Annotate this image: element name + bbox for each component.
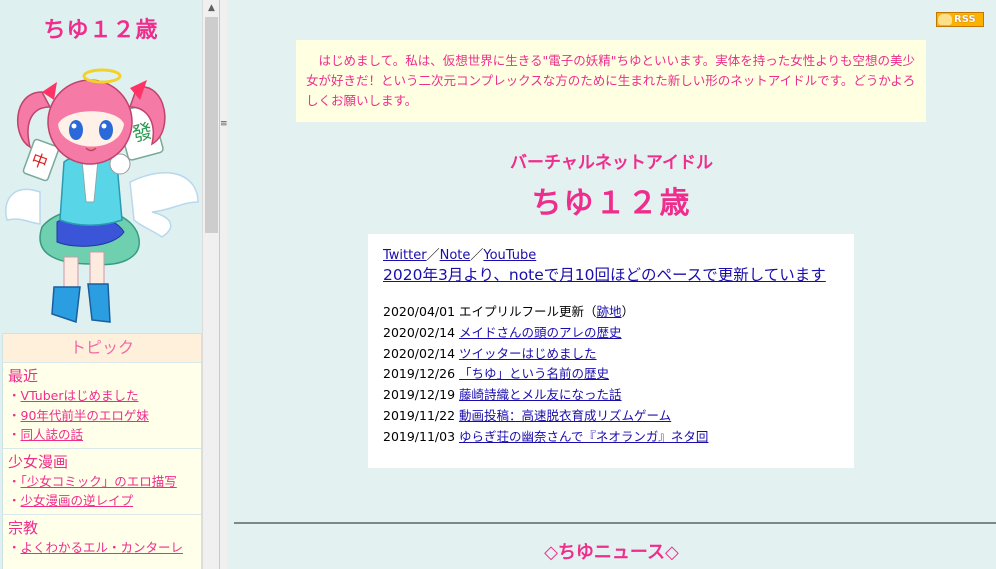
- category-shoujo-manga: 少女漫画 ・「少女コミック」のエロ描写 ・少女漫画の逆レイプ: [3, 449, 201, 515]
- topic-link[interactable]: VTuberはじめました: [21, 388, 139, 403]
- news-link[interactable]: ゆらぎ荘の幽奈さんで『ネオランガ』ネタ回: [459, 429, 708, 444]
- news-date: 2019/11/03: [383, 428, 456, 444]
- topic-link[interactable]: よくわかるエル・カンターレ: [21, 540, 184, 555]
- news-row: 2020/04/01 エイプリルフール更新（跡地）: [383, 302, 840, 323]
- news-date: 2019/12/19: [383, 387, 456, 403]
- category-religion: 宗教 ・よくわかるエル・カンターレ: [3, 515, 201, 561]
- news-row: 2019/12/19 藤崎詩織とメル友になった話: [383, 385, 840, 406]
- category-title[interactable]: 宗教: [8, 519, 196, 538]
- topic-link-item: ・少女漫画の逆レイプ: [8, 491, 196, 511]
- topic-link[interactable]: 「少女コミック」のエロ描写: [21, 474, 177, 489]
- news-date: 2019/12/26: [383, 366, 456, 382]
- bullet: ・: [8, 388, 21, 403]
- category-title[interactable]: 最近: [8, 367, 196, 386]
- topic-link[interactable]: 少女漫画の逆レイプ: [21, 493, 134, 508]
- bullet: ・: [8, 473, 21, 489]
- news-link[interactable]: メイドさんの頭のアレの歴史: [459, 325, 622, 340]
- news-text: ）: [621, 304, 635, 319]
- separator: ／: [426, 248, 440, 263]
- news-row: 2020/02/14 メイドさんの頭のアレの歴史: [383, 323, 840, 344]
- news-link[interactable]: 跡地: [597, 304, 622, 319]
- section-divider: [234, 522, 996, 524]
- twitter-link[interactable]: Twitter: [383, 248, 427, 263]
- page-subtitle: バーチャルネットアイドル: [510, 153, 713, 173]
- category-title[interactable]: 少女漫画: [8, 453, 196, 472]
- news-date: 2020/02/14: [383, 324, 456, 340]
- section-title: ◇ちゆニュース◇: [544, 542, 679, 563]
- main-frame: RSS はじめまして。私は、仮想世界に生きる"電子の妖精"ちゆといいます。実体を…: [227, 0, 996, 569]
- topic-link[interactable]: 90年代前半のエロゲ妹: [21, 408, 149, 423]
- separator: ／: [470, 248, 484, 263]
- social-links: Twitter／Note／YouTube: [383, 248, 840, 264]
- topic-link-item: ・90年代前半のエロゲ妹: [8, 406, 196, 426]
- news-link[interactable]: ツイッターはじめました: [459, 346, 597, 361]
- news-row: 2019/11/22 動画投稿：高速脱衣育成リズムゲーム: [383, 406, 840, 427]
- left-scrollbar[interactable]: ▲: [202, 0, 220, 569]
- news-date: 2020/04/01: [383, 304, 456, 319]
- scrollbar-thumb[interactable]: [205, 17, 218, 233]
- mascot-illustration: 發 中: [5, 68, 199, 324]
- news-text: エイプリルフール更新（: [459, 304, 597, 319]
- topic-link-item: ・同人誌の話: [8, 425, 196, 445]
- topic-link-item: ・よくわかるエル・カンターレ: [8, 538, 196, 558]
- page-title: ちゆ１２歳: [531, 186, 692, 221]
- topics-box: トピック 最近 ・VTuberはじめました ・90年代前半のエロゲ妹 ・同人誌の…: [2, 333, 202, 569]
- note-link[interactable]: Note: [440, 248, 471, 263]
- news-row: 2019/12/26 「ちゆ」という名前の歴史: [383, 364, 840, 385]
- topics-heading: トピック: [3, 334, 201, 363]
- topic-link-item: ・VTuberはじめました: [8, 386, 196, 406]
- site-title[interactable]: ちゆ１２歳: [0, 12, 202, 44]
- news-date: 2020/02/14: [383, 345, 456, 361]
- news-row: 2019/11/03 ゆらぎ荘の幽奈さんで『ネオランガ』ネタ回: [383, 427, 840, 448]
- news-row: 2020/02/14 ツイッターはじめました: [383, 344, 840, 365]
- scroll-up-arrow-icon[interactable]: ▲: [203, 0, 220, 17]
- bullet: ・: [8, 427, 21, 442]
- rss-icon[interactable]: RSS: [936, 12, 984, 27]
- headline: 2020年3月より、noteで月10回ほどのペースで更新しています: [383, 264, 840, 286]
- category-recent: 最近 ・VTuberはじめました ・90年代前半のエロゲ妹 ・同人誌の話: [3, 363, 201, 449]
- bullet: ・: [8, 539, 21, 555]
- topic-link-item: ・「少女コミック」のエロ描写: [8, 472, 196, 492]
- topic-link[interactable]: 同人誌の話: [21, 427, 84, 442]
- news-link[interactable]: 動画投稿：高速脱衣育成リズムゲーム: [459, 408, 671, 423]
- intro-text: はじめまして。私は、仮想世界に生きる"電子の妖精"ちゆといいます。実体を持った女…: [296, 40, 926, 122]
- frame-grip-icon[interactable]: ≡: [220, 120, 228, 129]
- youtube-link[interactable]: YouTube: [483, 248, 536, 263]
- headline-link[interactable]: 2020年3月より、noteで月10回ほどのペースで更新しています: [383, 266, 826, 284]
- rss-label: RSS: [954, 14, 976, 25]
- news-link[interactable]: 藤崎詩織とメル友になった話: [459, 387, 622, 402]
- bullet: ・: [8, 493, 21, 508]
- bullet: ・: [8, 407, 21, 423]
- news-link[interactable]: 「ちゆ」という名前の歴史: [459, 366, 609, 381]
- left-frame: ちゆ１２歳 發 中 トピック 最近 ・VTuberはじめました ・90年代前半の…: [0, 0, 202, 569]
- news-date: 2019/11/22: [383, 407, 456, 423]
- rss-mascot-icon: [938, 14, 952, 25]
- update-box: Twitter／Note／YouTube 2020年3月より、noteで月10回…: [368, 234, 854, 468]
